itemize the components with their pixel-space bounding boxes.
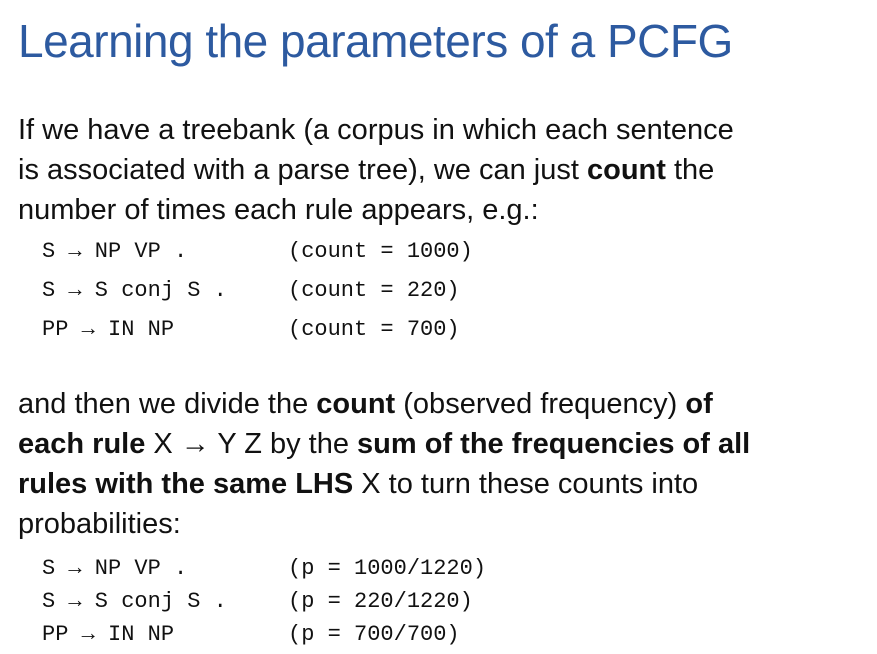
- rule-count-row: S → NP VP . (count = 1000): [42, 232, 473, 271]
- rule-count-row: S → S conj S . (count = 220): [42, 271, 473, 310]
- rule-probability-row: S → NP VP . (p = 1000/1220): [42, 552, 486, 585]
- intro-paragraph: If we have a treebank (a corpus in which…: [18, 110, 734, 230]
- method-line-1: and then we divide the count (observed f…: [18, 384, 750, 424]
- intro-line-1: If we have a treebank (a corpus in which…: [18, 114, 734, 146]
- of-emphasis: of: [685, 388, 713, 420]
- intro-text: is associated with a parse tree), we can…: [18, 154, 587, 186]
- rule-text: S → S conj S .: [42, 278, 227, 303]
- rule-count-value: (count = 220): [288, 278, 460, 303]
- intro-text: the: [665, 154, 715, 186]
- rule-text: S → NP VP .: [42, 239, 188, 264]
- method-text: (observed frequency): [395, 388, 686, 420]
- rule-count-value: (count = 1000): [288, 239, 473, 264]
- rule-probabilities-list: S → NP VP . (p = 1000/1220) S → S conj S…: [42, 552, 486, 651]
- rule-probability-value: (p = 700/700): [288, 622, 460, 647]
- method-text: X → Y Z by the: [145, 428, 358, 460]
- rule-counts-list: S → NP VP . (count = 1000) S → S conj S …: [42, 232, 473, 349]
- slide-title: Learning the parameters of a PCFG: [18, 15, 733, 67]
- each-rule-emphasis: each rule: [18, 428, 146, 460]
- method-line-4: probabilities:: [18, 508, 181, 540]
- intro-line-2: is associated with a parse tree), we can…: [18, 150, 734, 190]
- same-lhs-emphasis: rules with the same LHS: [18, 468, 354, 500]
- method-line-3: rules with the same LHS X to turn these …: [18, 464, 750, 504]
- method-text: X to turn these counts into: [353, 468, 699, 500]
- rule-count-row: PP → IN NP (count = 700): [42, 310, 473, 349]
- count-emphasis: count: [586, 154, 666, 186]
- rule-probability-row: S → S conj S . (p = 220/1220): [42, 585, 486, 618]
- intro-line-3: number of times each rule appears, e.g.:: [18, 194, 539, 226]
- rule-probability-row: PP → IN NP (p = 700/700): [42, 618, 486, 651]
- rule-count-value: (count = 700): [288, 317, 460, 342]
- sum-emphasis: sum of the frequencies of all: [357, 428, 751, 460]
- method-paragraph: and then we divide the count (observed f…: [18, 384, 750, 544]
- rule-text: S → NP VP .: [42, 556, 188, 581]
- count-emphasis: count: [316, 388, 396, 420]
- rule-probability-value: (p = 220/1220): [288, 589, 473, 614]
- method-text: and then we divide the: [18, 388, 317, 420]
- rule-text: PP → IN NP: [42, 622, 175, 647]
- rule-probability-value: (p = 1000/1220): [288, 556, 487, 581]
- method-line-2: each rule X → Y Z by the sum of the freq…: [18, 424, 750, 464]
- rule-text: S → S conj S .: [42, 589, 227, 614]
- rule-text: PP → IN NP: [42, 317, 175, 342]
